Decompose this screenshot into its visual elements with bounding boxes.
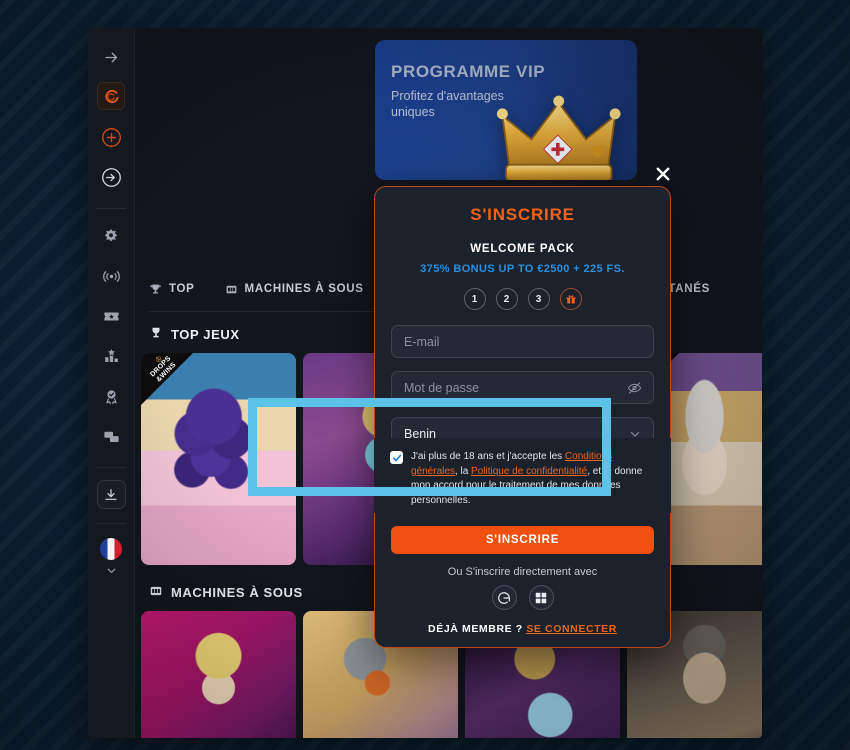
login-arrow-icon[interactable] — [96, 162, 126, 192]
game-artwork — [141, 611, 296, 738]
game-tile[interactable] — [141, 611, 296, 738]
section-heading-top-games: TOP JEUX — [149, 326, 240, 343]
sidebar-rail — [88, 28, 135, 738]
eye-off-icon[interactable] — [627, 380, 642, 395]
trophy-icon — [149, 326, 163, 343]
password-field[interactable]: Mot de passe — [391, 371, 654, 404]
consent-text: J'ai plus de 18 ans et j'accepte les Con… — [411, 450, 657, 513]
privacy-link[interactable]: Politique de confidentialité — [471, 466, 587, 477]
already-member-row: DÉJÀ MEMBRE ? SE CONNECTER — [375, 623, 670, 635]
section-heading-slots: MACHINES À SOUS — [149, 584, 303, 601]
game-artwork — [141, 353, 296, 565]
expand-arrow-icon[interactable] — [96, 42, 126, 72]
register-plus-icon[interactable] — [96, 122, 126, 152]
email-placeholder: E-mail — [404, 334, 440, 349]
chat-icon[interactable] — [96, 421, 126, 451]
login-link[interactable]: SE CONNECTER — [526, 623, 617, 635]
microsoft-login-icon[interactable] — [528, 585, 554, 610]
consent-text-part2: , la — [454, 465, 472, 477]
register-modal: S'INSCRIRE WELCOME PACK 375% BONUS UP TO… — [374, 186, 671, 648]
slot-machine-icon — [149, 584, 163, 601]
language-flag-icon[interactable] — [100, 538, 122, 560]
step-1[interactable]: 1 — [463, 288, 486, 310]
step-indicator: 1 2 3 — [375, 288, 670, 310]
award-icon[interactable] — [96, 381, 126, 411]
password-placeholder: Mot de passe — [404, 380, 480, 395]
nav-tab-top[interactable]: TOP — [149, 283, 195, 296]
bonus-label: 375% BONUS UP TO €2500 + 225 FS. — [420, 263, 625, 275]
step-2[interactable]: 2 — [495, 288, 518, 310]
rail-divider-1 — [96, 208, 126, 209]
modal-title: S'INSCRIRE — [470, 205, 575, 224]
already-member-text: DÉJÀ MEMBRE ? — [428, 623, 523, 635]
register-submit-button[interactable]: S'INSCRIRE — [391, 526, 654, 554]
social-login-group — [375, 585, 670, 610]
welcome-pack-label: WELCOME PACK — [470, 243, 575, 255]
consent-checkbox[interactable] — [390, 451, 403, 464]
nav-tab-top-label: TOP — [169, 283, 195, 295]
casino-icon[interactable] — [96, 221, 126, 251]
leaderboard-icon[interactable] — [96, 341, 126, 371]
close-icon[interactable] — [651, 162, 675, 186]
or-register-with-label: Ou S'inscrire directement avec — [447, 566, 598, 578]
section-title: MACHINES À SOUS — [171, 585, 303, 600]
step-gift[interactable] — [559, 288, 582, 310]
ticket-icon[interactable] — [96, 301, 126, 331]
consent-text-part1: J'ai plus de 18 ans et j'accepte les — [411, 451, 565, 462]
crown-icon — [496, 95, 621, 180]
desktop-background: PROGRAMME VIP Profitez d'avantages uniqu… — [0, 0, 850, 750]
email-field[interactable]: E-mail — [391, 325, 654, 358]
vip-banner[interactable]: PROGRAMME VIP Profitez d'avantages uniqu… — [375, 40, 637, 180]
nav-tab-slots[interactable]: MACHINES À SOUS — [225, 283, 364, 296]
trophy-icon — [149, 283, 162, 296]
nav-tab-slots-label: MACHINES À SOUS — [244, 283, 364, 295]
brand-logo-icon[interactable] — [97, 82, 125, 110]
chevron-down-icon[interactable] — [105, 564, 118, 582]
slot-machine-icon — [225, 283, 238, 296]
step-3[interactable]: 3 — [527, 288, 550, 310]
section-title: TOP JEUX — [171, 327, 240, 342]
download-icon[interactable] — [96, 480, 126, 509]
app-window: PROGRAMME VIP Profitez d'avantages uniqu… — [88, 28, 762, 738]
vip-banner-title: PROGRAMME VIP — [391, 62, 546, 81]
rail-divider-3 — [96, 523, 126, 524]
google-login-icon[interactable] — [491, 585, 517, 610]
consent-row: J'ai plus de 18 ans et j'accepte les Con… — [374, 438, 671, 513]
game-tile[interactable]: ♔ DROPS&WINS — [141, 353, 296, 565]
live-icon[interactable] — [96, 261, 126, 291]
rail-divider-2 — [96, 467, 126, 468]
